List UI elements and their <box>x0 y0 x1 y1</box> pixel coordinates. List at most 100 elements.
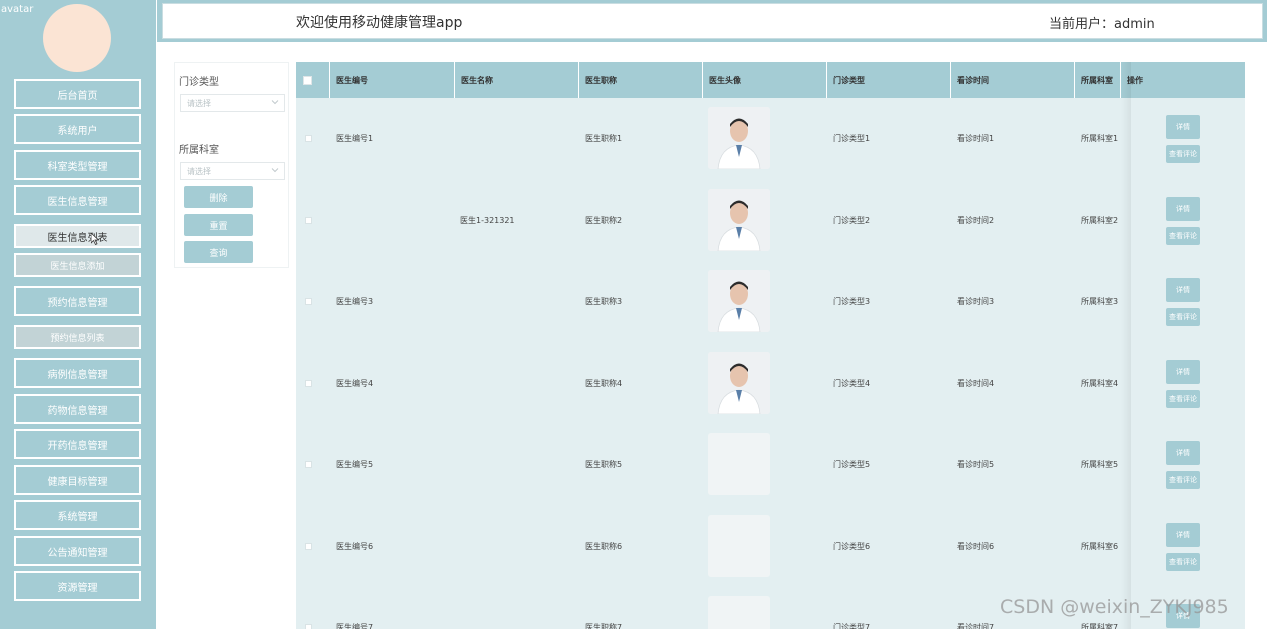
cell-department: 所属科室7 <box>1081 623 1119 629</box>
cell-doctor-title: 医生职称7 <box>585 623 623 629</box>
clinic-type-label: 门诊类型 <box>179 77 219 88</box>
doctor-photo <box>708 433 770 495</box>
sidebar-item-prescription-info[interactable]: 开药信息管理 <box>14 429 141 459</box>
cell-visit-time: 看诊时间5 <box>957 460 995 469</box>
cell-clinic-type: 门诊类型2 <box>833 215 871 225</box>
department-placeholder: 请选择 <box>187 167 211 176</box>
view-reviews-button[interactable]: 查看评论 <box>1166 389 1200 408</box>
clinic-type-select[interactable]: 请选择 <box>180 94 285 112</box>
view-reviews-button[interactable]: 查看评论 <box>1166 471 1200 489</box>
chevron-down-icon <box>271 168 279 173</box>
doctor-table: 医生编号 医生名称 医生职称 医生头像 门诊类型 看诊时间 所属科室 操作 医生… <box>296 62 1245 629</box>
view-reviews-button[interactable]: 查看评论 <box>1166 308 1200 326</box>
column-header[interactable]: 看诊时间 <box>951 62 1075 98</box>
filter-panel: 门诊类型 请选择 所属科室 请选择 删除 重置 查询 <box>174 62 289 268</box>
detail-button[interactable]: 详情 <box>1166 115 1200 139</box>
row-checkbox[interactable] <box>305 216 312 224</box>
avatar-alt-text: avatar <box>1 4 34 15</box>
detail-button[interactable]: 详情 <box>1166 359 1200 384</box>
department-label: 所属科室 <box>179 145 219 156</box>
cell-department: 所属科室1 <box>1081 134 1119 143</box>
doctor-photo-icon <box>708 107 770 169</box>
detail-button[interactable]: 详情 <box>1166 522 1200 547</box>
delete-button[interactable]: 删除 <box>184 186 253 208</box>
cell-department: 所属科室5 <box>1081 460 1119 469</box>
column-header[interactable]: 门诊类型 <box>827 62 951 98</box>
cell-doctor-title: 医生职称3 <box>585 297 623 306</box>
cell-doctor-id: 医生编号3 <box>336 297 374 306</box>
row-checkbox[interactable] <box>305 298 312 305</box>
sidebar-item-department-types[interactable]: 科室类型管理 <box>14 150 141 180</box>
sidebar-item-announcements[interactable]: 公告通知管理 <box>14 536 141 566</box>
select-all-header <box>296 62 330 98</box>
detail-button[interactable]: 详情 <box>1166 196 1200 221</box>
detail-button[interactable]: 详情 <box>1166 441 1200 465</box>
cell-visit-time: 看诊时间1 <box>957 134 995 143</box>
row-checkbox[interactable] <box>305 135 312 142</box>
cell-doctor-name: 医生1-321321 <box>460 215 515 225</box>
sidebar-item-drug-info[interactable]: 药物信息管理 <box>14 394 141 424</box>
cell-doctor-title: 医生职称5 <box>585 460 623 469</box>
sidebar-item-doctor-info[interactable]: 医生信息管理 <box>14 185 141 215</box>
doctor-photo <box>708 596 770 629</box>
sidebar-item-system-users[interactable]: 系统用户 <box>14 114 141 144</box>
doctor-photo-icon <box>708 188 770 251</box>
fixed-column-shadow <box>1121 62 1131 629</box>
detail-button[interactable]: 详情 <box>1166 278 1200 302</box>
cell-doctor-title: 医生职称4 <box>585 378 623 388</box>
column-header[interactable]: 医生头像 <box>703 62 827 98</box>
sidebar-item-doctor-add[interactable]: 医生信息添加 <box>14 253 141 277</box>
cell-department: 所属科室3 <box>1081 297 1119 306</box>
cell-doctor-id: 医生编号4 <box>336 378 374 388</box>
row-checkbox[interactable] <box>305 461 312 468</box>
doctor-photo <box>708 270 770 332</box>
cell-department: 所属科室6 <box>1081 541 1119 551</box>
column-header[interactable]: 医生名称 <box>455 62 579 98</box>
cell-visit-time: 看诊时间2 <box>957 215 995 225</box>
doctor-photo-icon <box>708 351 770 414</box>
cell-doctor-title: 医生职称1 <box>585 134 623 143</box>
sidebar-item-health-goals[interactable]: 健康目标管理 <box>14 465 141 495</box>
view-reviews-button[interactable]: 查看评论 <box>1166 552 1200 571</box>
column-header[interactable]: 医生职称 <box>579 62 703 98</box>
sidebar-item-doctor-list[interactable]: 医生信息列表 <box>14 224 141 248</box>
sidebar-item-case-info[interactable]: 病例信息管理 <box>14 358 141 388</box>
query-button[interactable]: 查询 <box>184 241 253 263</box>
cell-clinic-type: 门诊类型7 <box>833 623 871 629</box>
department-select[interactable]: 请选择 <box>180 162 285 180</box>
cell-visit-time: 看诊时间6 <box>957 541 995 551</box>
current-user-label: 当前用户：admin <box>1049 17 1155 32</box>
select-all-checkbox[interactable] <box>303 76 312 85</box>
cell-visit-time: 看诊时间3 <box>957 297 995 306</box>
cell-clinic-type: 门诊类型5 <box>833 460 871 469</box>
row-checkbox[interactable] <box>305 379 312 387</box>
column-header[interactable]: 医生编号 <box>330 62 455 98</box>
sidebar-item-resources[interactable]: 资源管理 <box>14 571 141 601</box>
mouse-cursor-icon <box>91 233 99 245</box>
cell-clinic-type: 门诊类型1 <box>833 134 871 143</box>
cell-doctor-title: 医生职称6 <box>585 541 623 551</box>
sidebar-item-appointment-list[interactable]: 预约信息列表 <box>14 325 141 349</box>
cell-visit-time: 看诊时间7 <box>957 623 995 629</box>
doctor-photo <box>708 107 770 169</box>
cell-department: 所属科室4 <box>1081 378 1119 388</box>
sidebar-item-home[interactable]: 后台首页 <box>14 79 141 109</box>
table-header: 医生编号 医生名称 医生职称 医生头像 门诊类型 看诊时间 所属科室 操作 <box>296 62 1245 98</box>
row-checkbox[interactable] <box>305 542 312 550</box>
cell-doctor-id: 医生编号5 <box>336 460 374 469</box>
sidebar-item-system-management[interactable]: 系统管理 <box>14 500 141 530</box>
doctor-photo <box>708 188 770 251</box>
doctor-photo-icon <box>708 270 770 332</box>
column-header: 操作 <box>1127 75 1143 85</box>
avatar[interactable] <box>43 4 111 72</box>
column-header[interactable]: 所属科室 <box>1075 62 1121 98</box>
cell-clinic-type: 门诊类型6 <box>833 541 871 551</box>
view-reviews-button[interactable]: 查看评论 <box>1166 226 1200 245</box>
reset-button[interactable]: 重置 <box>184 214 253 236</box>
cell-clinic-type: 门诊类型4 <box>833 378 871 388</box>
chevron-down-icon <box>271 100 279 105</box>
sidebar-item-appointment-info[interactable]: 预约信息管理 <box>14 286 141 316</box>
top-header: 欢迎使用移动健康管理app 当前用户：admin <box>157 0 1267 42</box>
row-checkbox[interactable] <box>305 624 312 629</box>
view-reviews-button[interactable]: 查看评论 <box>1166 145 1200 163</box>
